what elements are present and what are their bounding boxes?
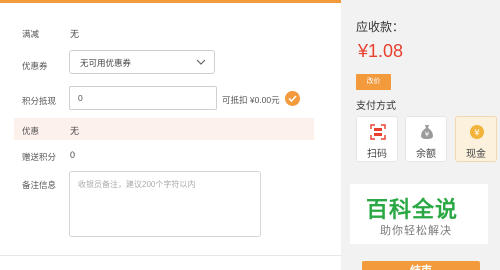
remark-label: 备注信息 xyxy=(22,180,57,190)
watermark-logo: 百科全说 助你轻松解决 xyxy=(350,184,488,244)
discount-row xyxy=(14,118,314,140)
points-confirm-check-icon[interactable] xyxy=(285,91,300,106)
svg-text:¥: ¥ xyxy=(425,131,430,139)
qr-scan-icon xyxy=(370,124,386,140)
divider xyxy=(0,255,341,256)
pay-method-scan[interactable]: 扫码 xyxy=(356,116,398,162)
settle-button-label: 结束 xyxy=(362,262,480,270)
points-redeem-value: 0 xyxy=(78,93,83,103)
svg-text:¥: ¥ xyxy=(474,129,480,139)
amount-due-label: 应收款： xyxy=(356,20,405,34)
watermark-title: 百科全说 xyxy=(366,198,459,223)
change-price-button[interactable]: 改价 xyxy=(356,74,391,90)
pay-method-cash[interactable]: ¥ 现金 xyxy=(455,116,497,162)
remark-textarea[interactable]: 收银员备注，建议200个字符以内 xyxy=(69,171,261,237)
amount-due-value: ¥1.08 xyxy=(358,41,404,61)
pay-method-scan-label: 扫码 xyxy=(367,149,387,160)
gift-points-value: 0 xyxy=(70,150,76,160)
money-bag-icon: ¥ xyxy=(421,125,433,139)
coupon-select-value: 无可用优惠券 xyxy=(80,58,132,68)
points-redeem-input[interactable]: 0 xyxy=(69,86,217,110)
settle-button[interactable]: 结束 xyxy=(362,261,480,270)
check-icon xyxy=(288,95,297,103)
remark-placeholder: 收银员备注，建议200个字符以内 xyxy=(78,180,196,189)
full-reduction-label: 满减 xyxy=(22,29,40,39)
pay-method-balance[interactable]: ¥ 余额 xyxy=(405,116,447,162)
coupon-label: 优惠券 xyxy=(22,61,48,71)
points-redeem-label: 积分抵现 xyxy=(22,96,57,106)
gift-points-label: 赠送积分 xyxy=(22,152,57,162)
points-deduct-text: 可抵扣 ¥0.00元 xyxy=(222,95,280,105)
payment-summary-panel: 应收款： ¥1.08 改价 支付方式 扫码 ¥ 余额 ¥ 现金 百科全说 助你轻… xyxy=(341,0,500,270)
discount-value: 无 xyxy=(70,126,80,136)
watermark-subtitle: 助你轻松解决 xyxy=(380,225,452,237)
coupon-select[interactable]: 无可用优惠券 xyxy=(69,50,215,74)
full-reduction-value: 无 xyxy=(70,29,80,39)
order-options-panel: 满减 无 优惠券 无可用优惠券 积分抵现 0 可抵扣 ¥0.00元 优惠 无 赠… xyxy=(0,3,341,270)
discount-label: 优惠 xyxy=(22,126,40,136)
payment-method-label: 支付方式 xyxy=(356,101,396,112)
cash-coin-icon: ¥ xyxy=(470,125,484,139)
pay-method-cash-label: 现金 xyxy=(466,149,486,160)
pay-method-balance-label: 余额 xyxy=(416,149,436,160)
chevron-down-icon xyxy=(196,59,206,65)
